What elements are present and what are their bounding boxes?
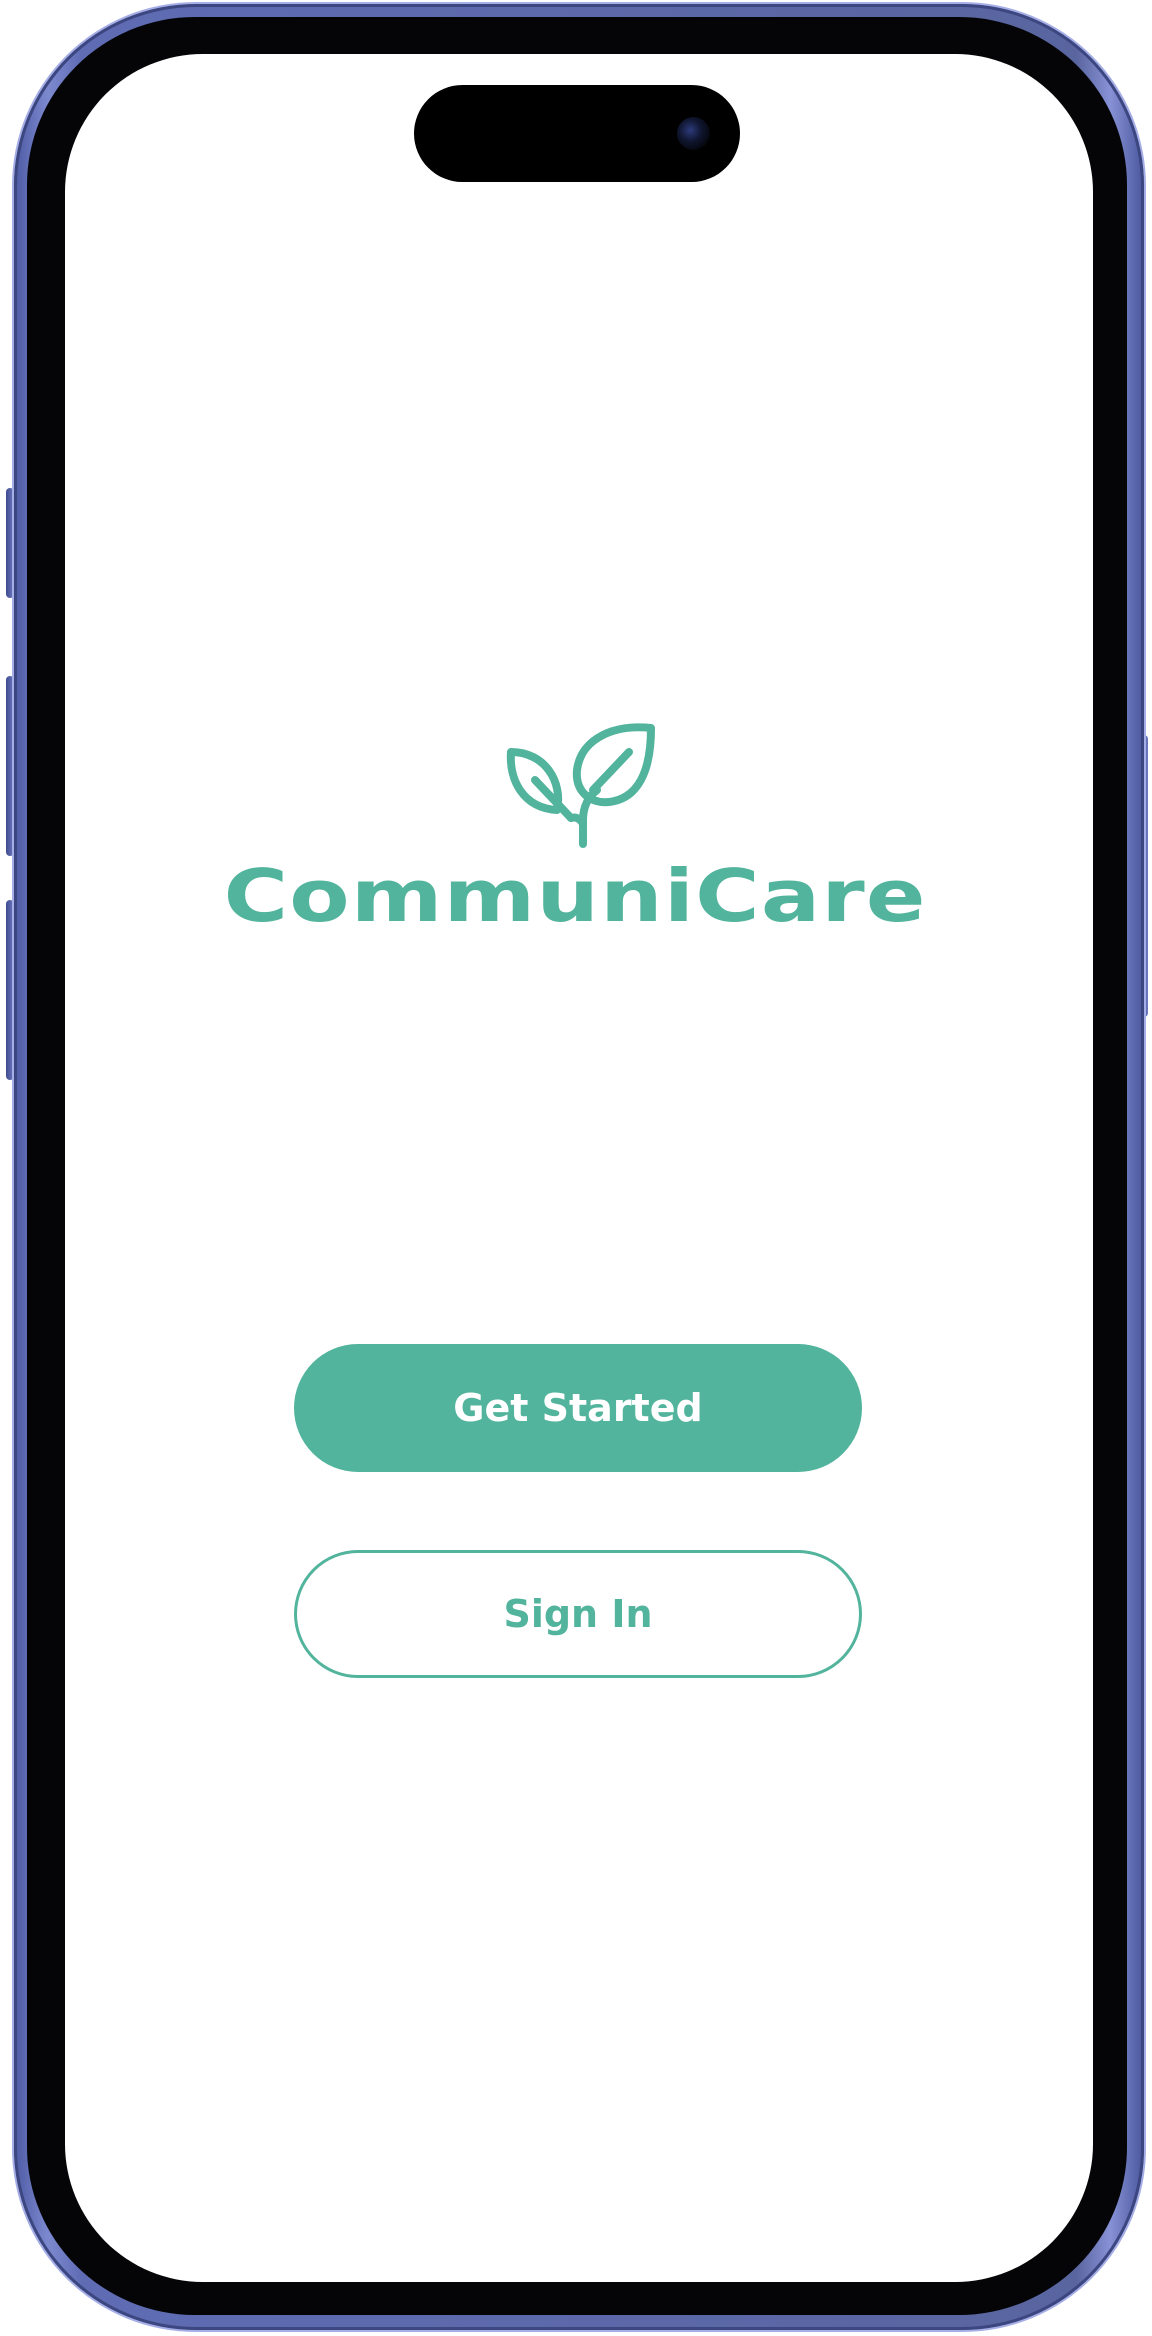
action-button (6, 488, 14, 598)
dynamic-island (414, 85, 740, 182)
sign-in-button[interactable]: Sign In (294, 1550, 862, 1678)
app-screen (65, 54, 1093, 2282)
get-started-button[interactable]: Get Started (294, 1344, 862, 1472)
camera-icon (677, 117, 710, 150)
volume-up-button (6, 676, 14, 856)
app-name: CommuniCare (223, 854, 927, 938)
sprout-leaves-icon (506, 723, 655, 848)
device-mockup: CommuniCare Get Started Sign In (0, 0, 1152, 2336)
